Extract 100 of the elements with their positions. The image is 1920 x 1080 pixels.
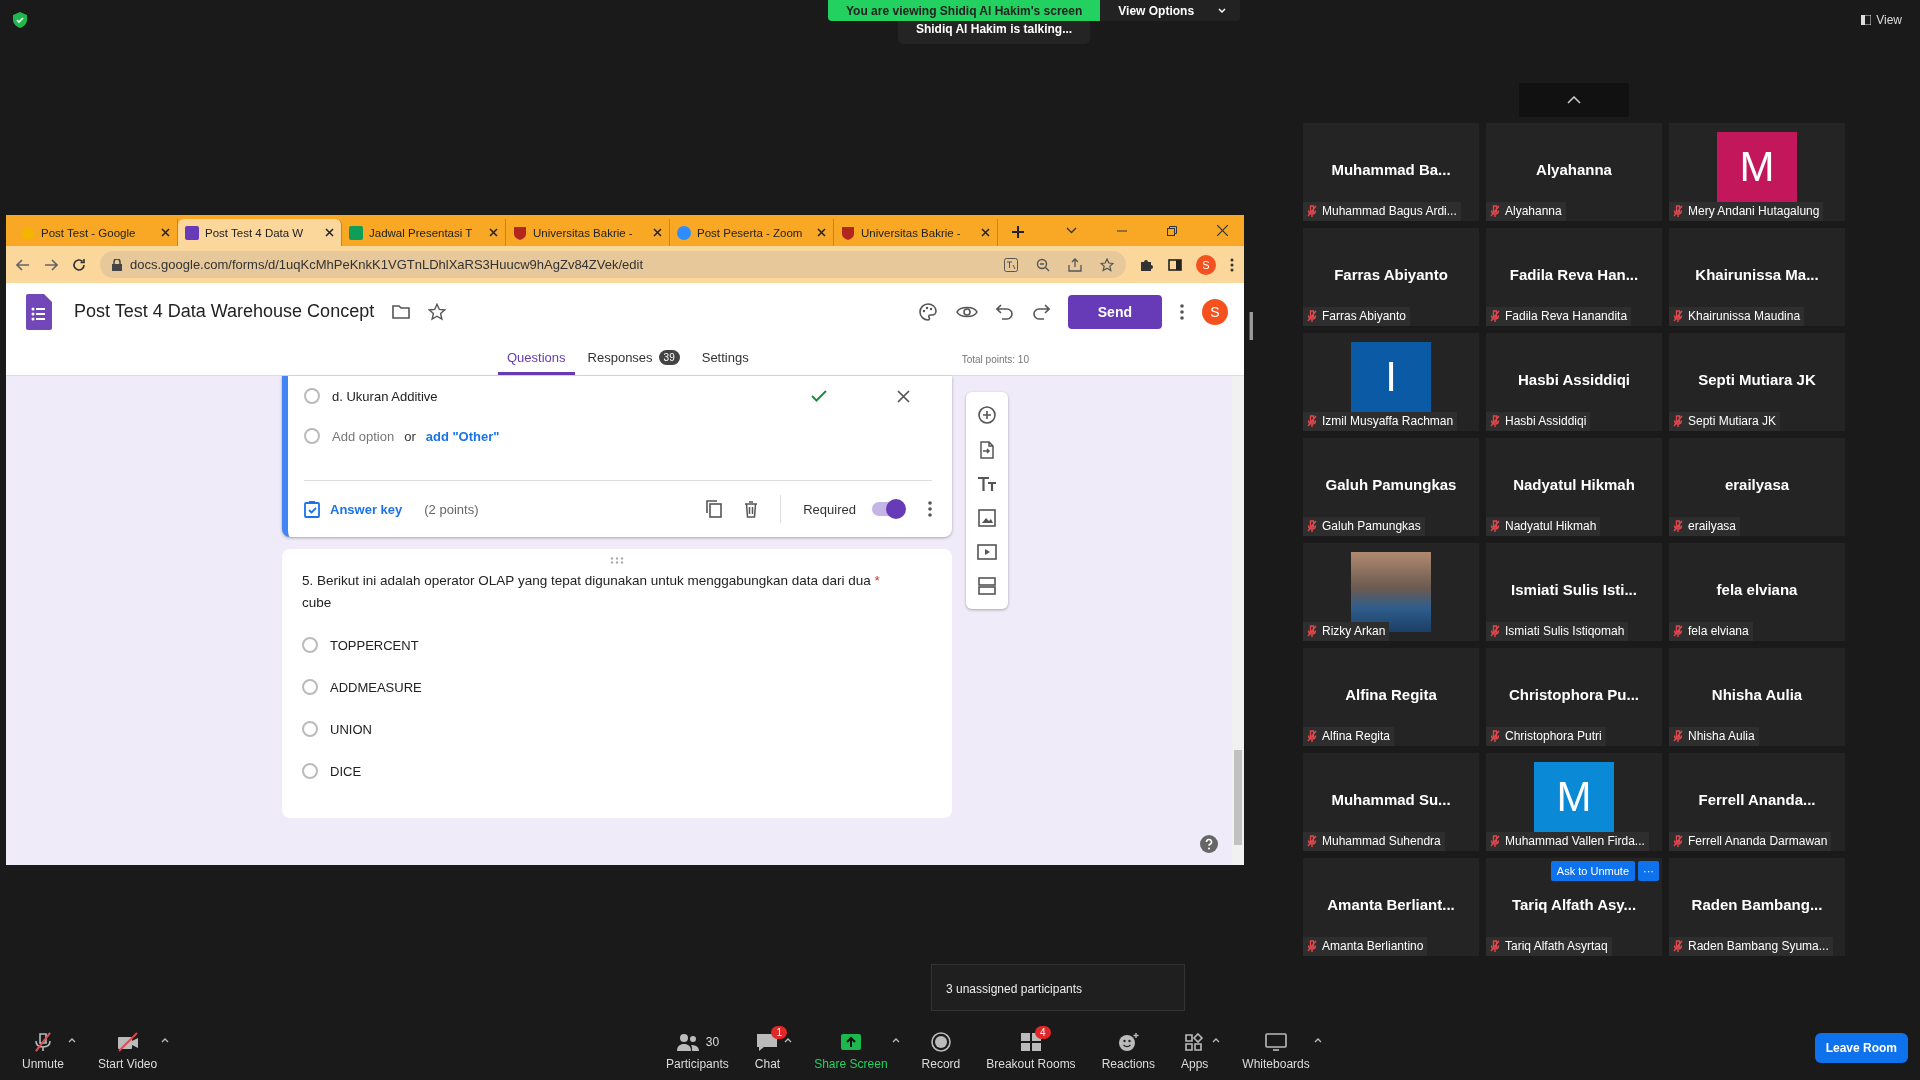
palette-icon[interactable] <box>917 301 938 322</box>
translate-icon[interactable] <box>1004 257 1018 272</box>
participant-tile[interactable]: Hasbi Assiddiqi Hasbi Assiddiqi <box>1486 333 1662 431</box>
browser-tab[interactable]: Post Test 4 Data W <box>178 219 342 246</box>
star-icon[interactable] <box>428 302 447 321</box>
participant-tile[interactable]: Amanta Berliant... Amanta Berliantino <box>1303 858 1479 956</box>
toolbar-button[interactable]: Start Video <box>94 1024 162 1071</box>
participant-tile[interactable]: Farras Abiyanto Farras Abiyanto <box>1303 228 1479 326</box>
text-size-icon[interactable] <box>977 476 997 492</box>
participant-tile[interactable]: Muhammad Su... Muhammad Suhendra <box>1303 753 1479 851</box>
close-icon[interactable] <box>161 228 170 237</box>
copy-icon[interactable] <box>706 500 723 518</box>
folder-icon[interactable] <box>392 304 411 319</box>
participant-tile[interactable]: Galuh Pamungkas Galuh Pamungkas <box>1303 438 1479 536</box>
trash-icon[interactable] <box>744 500 759 518</box>
section-icon[interactable] <box>978 577 996 595</box>
view-button[interactable]: View <box>1855 12 1908 28</box>
forward-arrow-icon[interactable] <box>44 258 58 271</box>
chevron-down-icon[interactable] <box>1066 227 1077 234</box>
participant-tile[interactable]: M Muhammad Vallen Firda... <box>1486 753 1662 851</box>
close-icon[interactable] <box>653 228 662 237</box>
close-icon[interactable] <box>817 228 826 237</box>
more-vertical-icon[interactable] <box>928 501 932 517</box>
leave-room-button[interactable]: Leave Room <box>1814 1032 1908 1063</box>
caret-up-icon[interactable] <box>68 1038 77 1043</box>
radio-button[interactable] <box>302 637 318 653</box>
close-icon[interactable] <box>1217 225 1228 236</box>
toolbar-button[interactable]: Share Screen <box>810 1024 892 1071</box>
close-icon[interactable] <box>325 228 334 237</box>
add-other-link[interactable]: add "Other" <box>425 428 500 444</box>
view-options-button[interactable]: View Options <box>1100 0 1241 21</box>
undo-icon[interactable] <box>995 303 1014 320</box>
share-icon[interactable] <box>1068 257 1082 272</box>
form-tab[interactable]: Responses 39 <box>578 350 689 375</box>
participant-tile[interactable]: Nhisha Aulia Nhisha Aulia <box>1669 648 1845 746</box>
caret-up-icon[interactable] <box>1313 1038 1322 1043</box>
redo-icon[interactable] <box>1031 303 1050 320</box>
toolbar-button[interactable]: 4 Breakout Rooms <box>982 1024 1080 1071</box>
participant-tile[interactable]: Fadila Reva Han... Fadila Reva Hanandita <box>1486 228 1662 326</box>
toolbar-button[interactable]: 1 Chat <box>750 1024 785 1071</box>
toolbar-button[interactable]: Reactions <box>1097 1024 1159 1071</box>
send-button[interactable]: Send <box>1067 294 1162 329</box>
radio-button[interactable] <box>304 388 320 404</box>
caret-up-icon[interactable] <box>161 1038 170 1043</box>
participant-tile[interactable]: erailyasa erailyasa <box>1669 438 1845 536</box>
import-icon[interactable] <box>979 441 995 459</box>
toolbar-button[interactable]: Whiteboards <box>1238 1024 1314 1071</box>
more-vertical-icon[interactable] <box>1230 257 1234 272</box>
toolbar-button[interactable]: Record <box>917 1024 965 1071</box>
caret-up-icon[interactable] <box>784 1038 793 1043</box>
participant-tile[interactable]: Rizky Arkan <box>1303 543 1479 641</box>
participant-tile[interactable]: fela elviana fela elviana <box>1669 543 1845 641</box>
radio-button[interactable] <box>302 763 318 779</box>
drag-handle-icon[interactable] <box>610 557 624 564</box>
close-icon[interactable] <box>981 228 990 237</box>
toolbar-button[interactable]: 30 Participants <box>662 1024 733 1071</box>
more-vertical-icon[interactable] <box>1180 303 1184 320</box>
toolbar-button[interactable]: Apps <box>1177 1024 1213 1071</box>
help-icon[interactable] <box>1200 835 1218 853</box>
eye-icon[interactable] <box>955 304 978 319</box>
sidebar-icon[interactable] <box>1168 258 1182 271</box>
participant-tile[interactable]: M Mery Andani Hutagalung <box>1669 123 1845 221</box>
star-icon[interactable] <box>1100 257 1114 272</box>
add-circle-icon[interactable] <box>978 406 996 424</box>
add-option-field[interactable]: Add option <box>332 428 395 444</box>
participant-tile[interactable]: Nadyatul Hikmah Nadyatul Hikmah <box>1486 438 1662 536</box>
puzzle-icon[interactable] <box>1140 257 1154 272</box>
reload-icon[interactable] <box>72 257 86 272</box>
plus-icon[interactable] <box>1012 226 1024 238</box>
participant-tile[interactable]: Khairunissa Ma... Khairunissa Maudina <box>1669 228 1845 326</box>
participant-tile[interactable]: Raden Bambang... Raden Bambang Syuma... <box>1669 858 1845 956</box>
participant-tile[interactable]: Ask to Unmute ··· Tariq Alfath Asy... Tariq Alfath Asyrtaq <box>1486 858 1662 956</box>
address-bar[interactable]: docs.google.com/forms/d/1uqKcMhPeKnkK1VGTnLDhlXaRS3Huucw9hAgZv84ZVek/edit <box>100 251 1126 278</box>
back-arrow-icon[interactable] <box>16 258 30 271</box>
form-tab[interactable]: Settings <box>692 350 758 375</box>
zoom-out-icon[interactable] <box>1036 257 1050 272</box>
more-button[interactable]: ··· <box>1638 861 1659 881</box>
participant-tile[interactable]: Christophora Pu... Christophora Putri <box>1486 648 1662 746</box>
answer-key-button[interactable]: Answer key <box>304 500 403 518</box>
restore-icon[interactable] <box>1167 225 1177 236</box>
participant-tile[interactable]: Ferrell Ananda... Ferrell Ananda Darmawan <box>1669 753 1845 851</box>
radio-button[interactable] <box>302 679 318 695</box>
toolbar-button[interactable]: Unmute <box>18 1024 69 1071</box>
image-icon[interactable] <box>978 509 996 527</box>
participant-tile[interactable]: Alfina Regita Alfina Regita <box>1303 648 1479 746</box>
form-title[interactable]: Post Test 4 Data Warehouse Concept <box>74 301 375 322</box>
video-icon[interactable] <box>977 544 997 560</box>
participant-tile[interactable]: Alyahanna Alyahanna <box>1486 123 1662 221</box>
ask-to-unmute-button[interactable]: Ask to Unmute <box>1550 861 1635 881</box>
participant-tile[interactable]: I Izmil Musyaffa Rachman <box>1303 333 1479 431</box>
close-icon[interactable] <box>897 389 910 403</box>
caret-up-icon[interactable] <box>891 1038 900 1043</box>
participant-tile[interactable]: Ismiati Sulis Isti... Ismiati Sulis Istiqomah <box>1486 543 1662 641</box>
close-icon[interactable] <box>489 228 498 237</box>
participant-tile[interactable]: Muhammad Ba... Muhammad Bagus Ardi... <box>1303 123 1479 221</box>
radio-button[interactable] <box>302 721 318 737</box>
participant-tile[interactable]: Septi Mutiara JK Septi Mutiara JK <box>1669 333 1845 431</box>
required-toggle[interactable] <box>870 499 906 519</box>
caret-up-icon[interactable] <box>1212 1038 1221 1043</box>
scrollbar[interactable] <box>1232 376 1244 865</box>
